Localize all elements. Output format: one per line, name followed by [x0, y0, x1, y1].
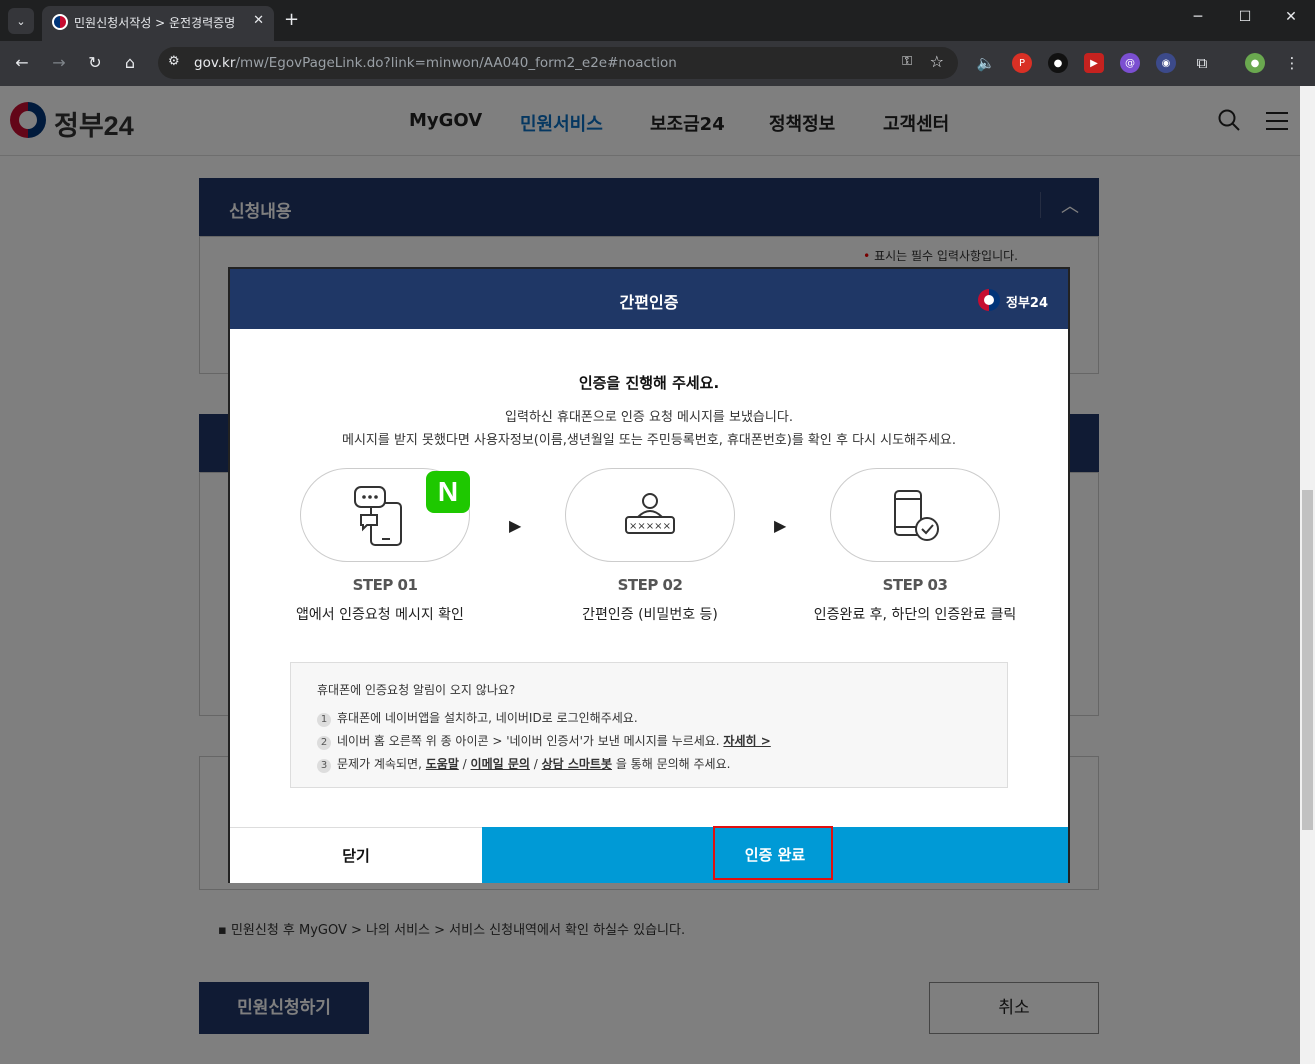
maximize-button[interactable]: ☐ [1235, 9, 1255, 25]
page-scrollbar[interactable] [1300, 86, 1315, 1064]
step-arrow-icon: ▶ [509, 516, 522, 535]
phone-check-icon [894, 490, 939, 541]
window-close-button[interactable]: ✕ [1281, 9, 1301, 25]
home-icon[interactable]: ⌂ [120, 53, 140, 72]
extension-media-icon[interactable]: ▶ [1084, 53, 1104, 73]
modal-heading: 인증을 진행해 주세요. [578, 374, 720, 392]
help-item-1: 1 휴대폰에 네이버앱을 설치하고, 네이버ID로 로그인해주세요. [317, 709, 638, 727]
modal-header: 간편인증 정부24 [230, 269, 1068, 329]
password-key-icon[interactable]: ⚿ [902, 54, 912, 69]
step2-icon-circle: ××××× [565, 468, 735, 562]
profile-avatar-icon[interactable]: ● [1245, 53, 1265, 73]
step1-desc: 앱에서 인증요청 메시지 확인 [296, 607, 464, 623]
help-box: 휴대폰에 인증요청 알림이 오지 않나요? 1 휴대폰에 네이버앱을 설치하고, … [290, 662, 1008, 788]
browser-tab[interactable]: 민원신청서작성 > 운전경력증명 ✕ [42, 6, 274, 41]
chatbot-link[interactable]: 상담 스마트봇 [542, 757, 612, 771]
browser-toolbar: ← → ↻ ⌂ ⚙ gov.kr/mw/EgovPageLink.do?link… [0, 41, 1315, 86]
extension-globe-icon[interactable]: ◉ [1156, 53, 1176, 73]
favicon-icon [52, 14, 68, 30]
highlight-box [713, 826, 833, 880]
address-bar[interactable]: ⚙ gov.kr/mw/EgovPageLink.do?link=minwon/… [158, 47, 958, 79]
naver-badge-icon: N [426, 471, 470, 513]
user-password-icon: ××××× [625, 493, 675, 534]
minimize-button[interactable]: ─ [1188, 9, 1208, 25]
email-inquiry-link[interactable]: 이메일 문의 [471, 757, 530, 771]
detail-link[interactable]: 자세히 > [723, 734, 770, 748]
tab-list-button[interactable]: ⌄ [8, 8, 34, 34]
tab-title: 민원신청서작성 > 운전경력증명 [74, 16, 236, 30]
svg-text:×××××: ××××× [629, 521, 671, 532]
number-badge-icon: 2 [317, 736, 331, 750]
modal-title: 간편인증 [619, 293, 679, 312]
extension-dark-icon[interactable]: ● [1048, 53, 1068, 73]
url-text[interactable]: gov.kr/mw/EgovPageLink.do?link=minwon/AA… [194, 55, 677, 71]
step2-desc: 간편인증 (비밀번호 등) [582, 607, 718, 623]
step3-desc: 인증완료 후, 하단의 인증완료 클릭 [813, 607, 1017, 623]
bookmark-star-icon[interactable]: ☆ [930, 52, 944, 71]
new-tab-button[interactable]: + [284, 9, 299, 30]
site-info-icon[interactable]: ⚙ [168, 54, 180, 69]
scrollbar-thumb[interactable] [1302, 490, 1313, 830]
browser-menu-icon[interactable]: ⋮ [1282, 53, 1302, 73]
back-icon[interactable]: ← [12, 53, 32, 72]
modal-logo-text: 정부24 [1006, 296, 1049, 311]
simple-auth-modal: 간편인증 정부24 인증을 진행해 주세요. 입력하신 휴대폰으로 인증 요청 … [228, 267, 1070, 883]
help-question: 휴대폰에 인증요청 알림이 오지 않나요? [317, 683, 516, 697]
modal-desc-line2: 메시지를 받지 못했다면 사용자정보(이름,생년월일 또는 주민등록번호, 휴대… [341, 433, 957, 448]
number-badge-icon: 1 [317, 713, 331, 727]
modal-close-button[interactable]: 닫기 [230, 827, 482, 883]
help-item-2: 2 네이버 홈 오른쪽 위 종 아이콘 > '네이버 인증서'가 보낸 메시지를 … [317, 732, 771, 750]
reload-icon[interactable]: ↻ [85, 53, 105, 72]
number-badge-icon: 3 [317, 759, 331, 773]
step2-title: STEP 02 [617, 576, 683, 594]
speaker-icon[interactable]: 🔈 [976, 53, 996, 73]
help-link[interactable]: 도움말 [426, 757, 459, 771]
browser-tab-bar: ⌄ 민원신청서작성 > 운전경력증명 ✕ + ─ ☐ ✕ [0, 0, 1315, 41]
forward-icon[interactable]: → [49, 53, 69, 72]
step3-icon-circle [830, 468, 1000, 562]
extension-red-icon[interactable]: P [1012, 53, 1032, 73]
extensions-puzzle-icon[interactable]: ⧉ [1192, 53, 1212, 73]
tab-close-icon[interactable]: ✕ [253, 13, 264, 28]
extension-purple-icon[interactable]: @ [1120, 53, 1140, 73]
gov24-logo-icon [978, 289, 1000, 311]
step-arrow-icon: ▶ [774, 516, 787, 535]
modal-desc-line1: 입력하신 휴대폰으로 인증 요청 메시지를 보냈습니다. [505, 410, 793, 425]
help-item-3: 3 문제가 계속되면, 도움말 / 이메일 문의 / 상담 스마트봇 을 통해 문… [317, 755, 730, 773]
phone-message-icon [354, 486, 402, 546]
step1-title: STEP 01 [352, 576, 418, 594]
step3-title: STEP 03 [882, 576, 948, 594]
